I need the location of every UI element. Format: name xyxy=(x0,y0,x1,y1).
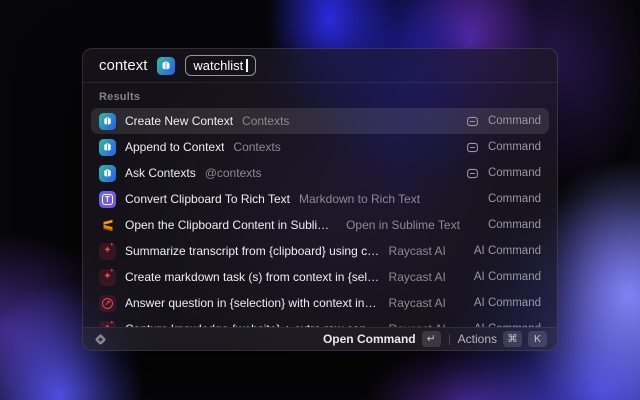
text-caret xyxy=(246,59,248,72)
open-command-label: Open Command xyxy=(323,332,416,346)
contexts-brain-icon xyxy=(99,165,116,182)
list-item[interactable]: T Convert Clipboard To Rich Text Markdow… xyxy=(91,186,549,212)
list-item[interactable]: Append to Context Contexts Command xyxy=(91,134,549,160)
keyboard-icon xyxy=(466,115,479,128)
result-title: Convert Clipboard To Rich Text xyxy=(125,192,290,206)
result-subtitle: Open in Sublime Text xyxy=(346,218,460,232)
launcher-window: context watchlist Results Create New Con… xyxy=(82,48,558,351)
actions-label: Actions xyxy=(458,332,497,346)
results-list: Create New Context Contexts Command Appe… xyxy=(83,106,557,327)
search-tag-label: watchlist xyxy=(193,58,243,73)
contexts-brain-icon xyxy=(99,139,116,156)
result-title: Open the Clipboard Content in Sublime Te… xyxy=(125,218,337,232)
list-item[interactable]: Create New Context Contexts Command xyxy=(91,108,549,134)
result-subtitle: Raycast AI xyxy=(389,296,446,310)
result-type-label: AI Command xyxy=(474,271,541,283)
result-title: Summarize transcript from {clipboard} us… xyxy=(125,244,380,258)
result-title: Create markdown task (s) from context in… xyxy=(125,270,380,284)
list-item[interactable]: ✦✦ Summarize transcript from {clipboard}… xyxy=(91,238,549,264)
result-subtitle: @contexts xyxy=(205,166,262,180)
list-item[interactable]: ✦✦ Capture knowledge {website} + extra r… xyxy=(91,316,549,327)
results-section-header: Results xyxy=(83,83,557,106)
result-subtitle: Raycast AI xyxy=(389,244,446,258)
contexts-brain-icon xyxy=(157,57,175,75)
result-type-label: Command xyxy=(488,167,541,179)
result-type-label: AI Command xyxy=(474,245,541,257)
sublime-icon xyxy=(99,217,116,234)
return-key-icon: ↵ xyxy=(422,331,441,347)
ai-sparkle-icon: ✦✦ xyxy=(99,269,116,286)
list-item[interactable]: Ask Contexts @contexts Command xyxy=(91,160,549,186)
result-type-label: Command xyxy=(488,193,541,205)
result-type-label: Command xyxy=(488,219,541,231)
result-title: Ask Contexts xyxy=(125,166,196,180)
result-title: Create New Context xyxy=(125,114,233,128)
footer-divider xyxy=(449,334,450,345)
result-type-label: Command xyxy=(488,141,541,153)
cmd-key-icon: ⌘ xyxy=(503,331,522,347)
result-title: Answer question in {selection} with cont… xyxy=(125,296,380,310)
k-key-icon: K xyxy=(528,331,547,347)
result-title: Append to Context xyxy=(125,140,224,154)
ai-target-icon: ↗ xyxy=(99,295,116,312)
list-item[interactable]: ↗ Answer question in {selection} with co… xyxy=(91,290,549,316)
open-command-button[interactable]: Open Command ↵ xyxy=(323,331,441,347)
ai-sparkle-icon: ✦✦ xyxy=(99,321,116,328)
search-input[interactable]: context watchlist xyxy=(83,49,557,83)
ai-sparkle-icon: ✦✦ xyxy=(99,243,116,260)
list-item[interactable]: ✦✦ Create markdown task (s) from context… xyxy=(91,264,549,290)
actions-button[interactable]: Actions ⌘ K xyxy=(458,331,547,347)
keyboard-icon xyxy=(466,167,479,180)
richtext-t-icon: T xyxy=(99,191,116,208)
result-subtitle: Markdown to Rich Text xyxy=(299,192,420,206)
result-subtitle: Contexts xyxy=(233,140,280,154)
search-tag-watchlist[interactable]: watchlist xyxy=(185,55,255,76)
result-type-label: Command xyxy=(488,115,541,127)
list-item[interactable]: Open the Clipboard Content in Sublime Te… xyxy=(91,212,549,238)
result-type-label: AI Command xyxy=(474,297,541,309)
keyboard-icon xyxy=(466,141,479,154)
contexts-brain-icon xyxy=(99,113,116,130)
footer-bar: Open Command ↵ Actions ⌘ K xyxy=(83,327,557,350)
result-subtitle: Raycast AI xyxy=(389,270,446,284)
raycast-logo-icon xyxy=(93,332,108,347)
search-query-text: context xyxy=(99,57,147,74)
result-subtitle: Contexts xyxy=(242,114,289,128)
